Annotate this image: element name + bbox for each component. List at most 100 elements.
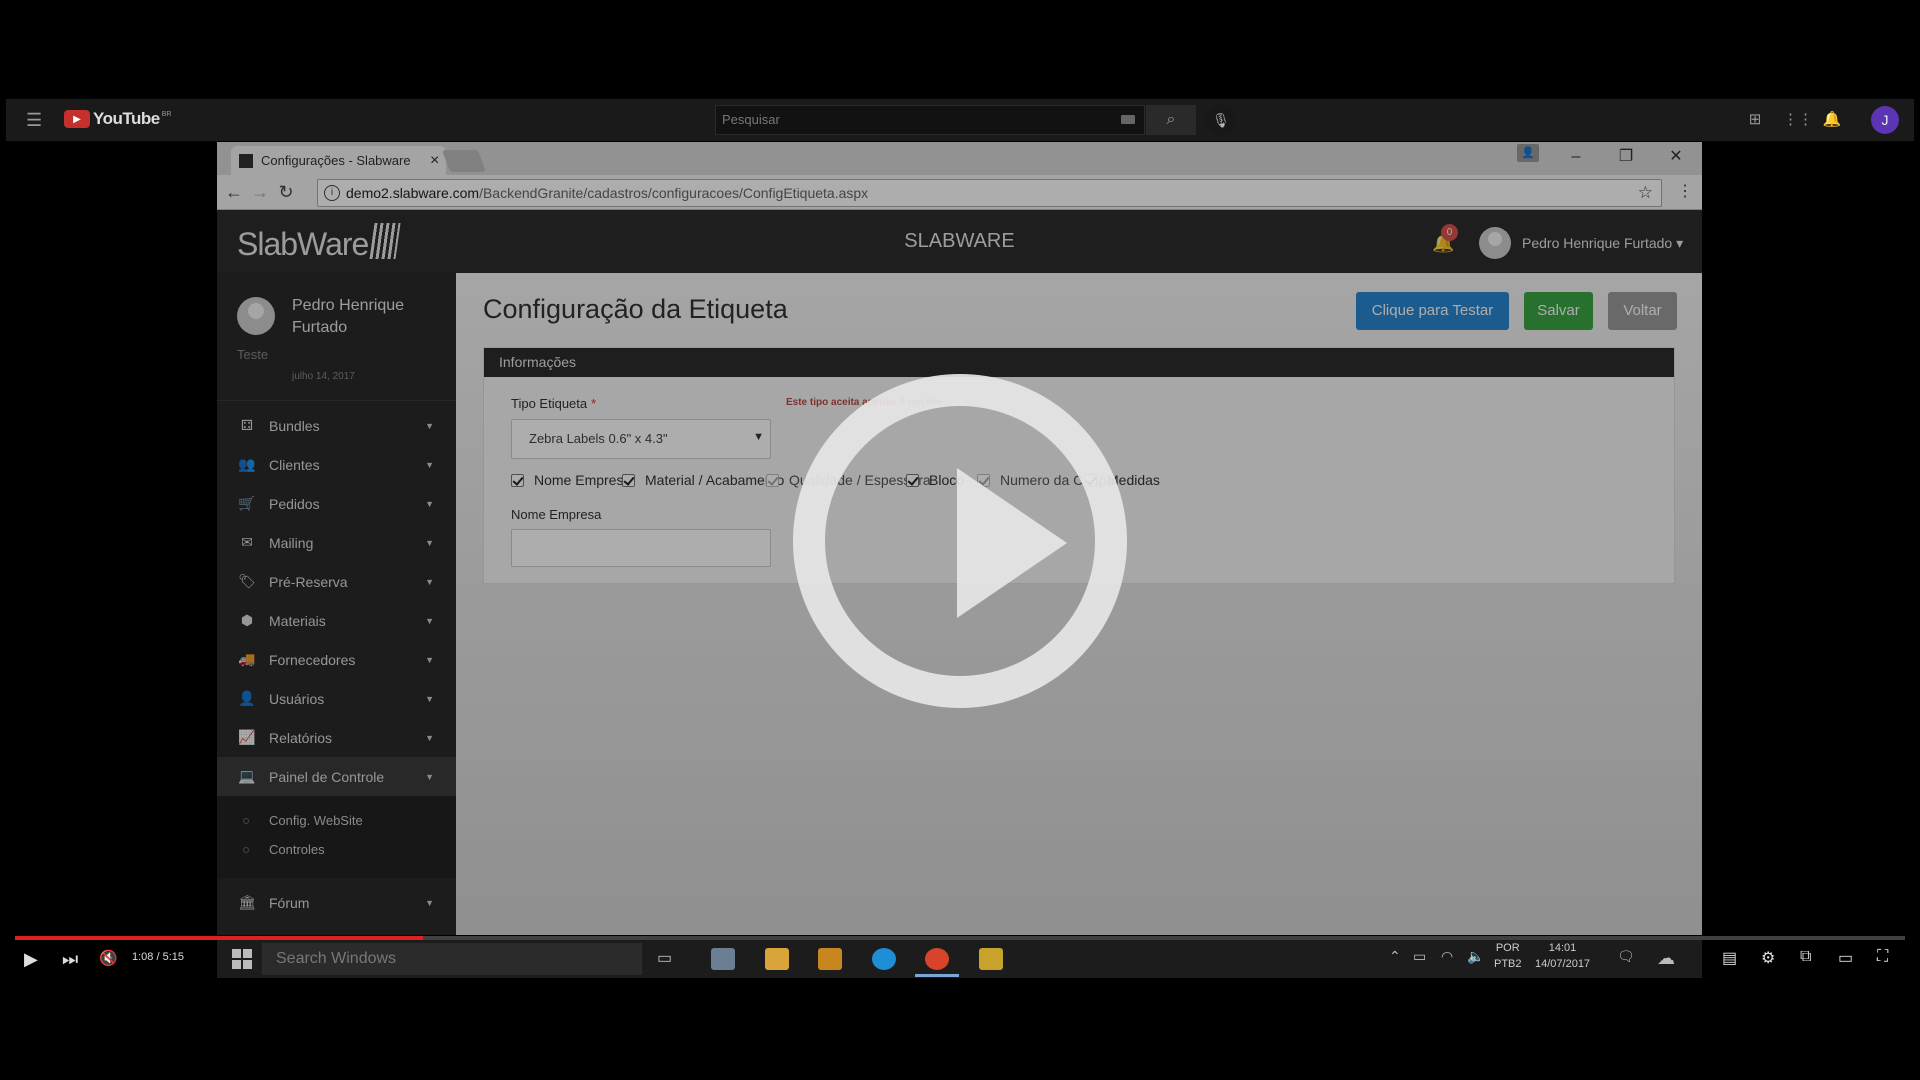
miniplayer-icon[interactable]: ⧉ xyxy=(1800,948,1811,966)
submenu-bullet-icon xyxy=(243,818,249,824)
sidebar-subitem-controles[interactable]: Controles xyxy=(269,842,325,857)
cube-icon: ⬢ xyxy=(240,612,254,628)
browser-profile-icon[interactable]: 👤 xyxy=(1517,144,1539,162)
sidebar-item-pre-reserva[interactable]: 🏷 Pré-Reserva ▼ xyxy=(217,562,456,601)
youtube-search-input[interactable]: Pesquisar xyxy=(715,105,1145,135)
caret-down-icon: ▼ xyxy=(425,537,434,548)
browser-menu-icon[interactable]: ⋮ xyxy=(1677,181,1693,201)
checkbox-checked-icon[interactable] xyxy=(766,473,779,487)
test-button[interactable]: Clique para Testar xyxy=(1356,292,1509,330)
tipo-etiqueta-select[interactable]: Zebra Labels 0.6" x 4.3" ▼ xyxy=(511,419,771,459)
header-user-name: Pedro Henrique Furtado xyxy=(1522,235,1673,251)
checkbox-nome-empresa[interactable]: Nome Empresa xyxy=(511,472,631,488)
sidebar-item-painel-de-controle[interactable]: 💻 Painel de Controle ▼ xyxy=(217,757,456,796)
play-video-button[interactable] xyxy=(793,374,1127,708)
subtitles-icon[interactable]: ▤ xyxy=(1722,948,1737,968)
bookmark-star-icon[interactable]: ☆ xyxy=(1638,183,1653,203)
caret-down-icon: ▾ xyxy=(1676,235,1684,251)
site-info-icon[interactable]: i xyxy=(324,185,340,201)
new-tab-button[interactable] xyxy=(441,150,487,172)
notification-count-badge: 0 xyxy=(1441,224,1458,241)
browser-tabstrip: Configurações - Slabware × 👤 – ❐ ✕ xyxy=(217,142,1702,175)
youtube-region-label: BR xyxy=(161,110,172,118)
browser-tab-active[interactable]: Configurações - Slabware × xyxy=(231,146,446,175)
save-button[interactable]: Salvar xyxy=(1524,292,1593,330)
sidebar-item-materiais[interactable]: ⬢ Materiais ▼ xyxy=(217,601,456,640)
url-text: demo2.slabware.com/BackendGranite/cadast… xyxy=(346,185,868,201)
sidebar-item-label: Fórum xyxy=(269,894,310,911)
sidebar-item-label: Bundles xyxy=(269,417,320,434)
sidebar-item-pedidos[interactable]: 🛒 Pedidos ▼ xyxy=(217,484,456,523)
sidebar-item-label: Materiais xyxy=(269,612,326,629)
play-button-icon[interactable]: ▶ xyxy=(24,947,38,971)
app-header: SlabWare SLABWARE 🔔 0 Pedro Henrique Fur… xyxy=(217,210,1702,273)
checkbox-label: Material / Acabamento xyxy=(645,472,785,488)
tab-close-icon[interactable]: × xyxy=(430,152,439,170)
nome-empresa-input[interactable] xyxy=(511,529,771,567)
sidebar-item-forum[interactable]: 🏛 Fórum ▼ xyxy=(217,883,456,922)
caret-down-icon: ▼ xyxy=(425,654,434,665)
sidebar-item-label: Fornecedores xyxy=(269,651,356,668)
youtube-logo[interactable]: ▶ YouTube BR xyxy=(64,109,171,129)
sidebar-item-mailing[interactable]: ✉ Mailing ▼ xyxy=(217,523,456,562)
nome-empresa-label: Nome Empresa xyxy=(511,507,602,522)
hamburger-menu-icon[interactable]: ☰ xyxy=(26,110,46,130)
caret-down-icon: ▼ xyxy=(425,576,434,587)
caret-down-icon: ▼ xyxy=(425,732,434,743)
settings-gear-icon[interactable]: ⚙ xyxy=(1761,948,1775,968)
chart-icon: 📈 xyxy=(238,729,256,745)
theater-mode-icon[interactable]: ▭ xyxy=(1838,948,1853,968)
mute-icon[interactable]: 🔇 xyxy=(99,947,118,971)
sidebar-item-clientes[interactable]: 👥 Clientes ▼ xyxy=(217,445,456,484)
caret-down-icon: ▼ xyxy=(425,615,434,626)
back-arrow-icon[interactable]: ← xyxy=(223,181,245,203)
sidebar-submenu: Config. WebSite Controles xyxy=(217,796,456,878)
keyboard-icon[interactable] xyxy=(1121,115,1135,124)
sidebar-item-fornecedores[interactable]: 🚚 Fornecedores ▼ xyxy=(217,640,456,679)
notifications-bell-icon[interactable]: 🔔 xyxy=(1821,109,1843,131)
create-video-icon[interactable]: ⊞ xyxy=(1744,109,1766,131)
reload-icon[interactable]: ↻ xyxy=(275,181,297,203)
cart-icon: 🛒 xyxy=(238,495,256,511)
institution-icon: 🏛 xyxy=(238,894,256,910)
youtube-account-avatar[interactable]: J xyxy=(1871,106,1899,134)
tipo-etiqueta-label: Tipo Etiqueta * xyxy=(511,396,596,411)
caret-down-icon: ▼ xyxy=(425,693,434,704)
close-window-icon[interactable]: ✕ xyxy=(1661,145,1691,169)
minimize-icon[interactable]: – xyxy=(1561,145,1591,169)
restore-icon[interactable]: ❐ xyxy=(1611,145,1641,169)
url-input[interactable]: i demo2.slabware.com/BackendGranite/cada… xyxy=(317,179,1662,207)
panel-header: Informações xyxy=(484,348,1674,377)
back-button[interactable]: Voltar xyxy=(1608,292,1677,330)
checkbox-material-acabamento[interactable]: Material / Acabamento xyxy=(622,472,784,488)
caret-down-icon: ▼ xyxy=(425,420,434,431)
header-user-menu[interactable]: Pedro Henrique Furtado ▾ xyxy=(1522,235,1683,252)
sidebar-user-name: Pedro Henrique Furtado xyxy=(292,297,405,336)
sidebar-item-label: Relatórios xyxy=(269,729,333,746)
sidebar-date: julho 14, 2017 xyxy=(292,371,355,382)
sidebar-subitem-config-website[interactable]: Config. WebSite xyxy=(269,813,363,828)
caret-down-icon: ▼ xyxy=(425,897,434,908)
header-avatar[interactable] xyxy=(1479,227,1511,259)
fullscreen-icon[interactable]: ⛶ xyxy=(1877,948,1888,966)
user-icon: 👤 xyxy=(238,690,256,706)
search-icon[interactable]: ⌕ xyxy=(1146,105,1196,135)
microphone-icon[interactable]: 🎙 xyxy=(1206,105,1236,135)
submenu-bullet-icon xyxy=(243,847,249,853)
checkbox-checked-icon[interactable] xyxy=(511,473,524,487)
apps-grid-icon[interactable]: ⋮⋮ xyxy=(1783,109,1813,131)
sidebar-item-relatorios[interactable]: 📈 Relatórios ▼ xyxy=(217,718,456,757)
truck-icon: 🚚 xyxy=(238,651,256,667)
sidebar-item-label: Clientes xyxy=(269,456,320,473)
youtube-header: ☰ ▶ YouTube BR Pesquisar ⌕ 🎙 ⊞ ⋮⋮ 🔔 J xyxy=(6,99,1914,141)
caret-down-icon: ▼ xyxy=(425,771,434,782)
url-host: demo2.slabware.com xyxy=(346,185,480,201)
envelope-icon: ✉ xyxy=(241,534,253,550)
sidebar-item-usuarios[interactable]: 👤 Usuários ▼ xyxy=(217,679,456,718)
caret-down-icon: ▼ xyxy=(425,459,434,470)
youtube-play-logo-icon: ▶ xyxy=(64,110,90,128)
sidebar-item-bundles[interactable]: ⚃ Bundles ▼ xyxy=(217,406,456,445)
checkbox-checked-icon[interactable] xyxy=(622,473,635,487)
forward-arrow-icon[interactable]: → xyxy=(249,181,271,203)
next-video-icon[interactable]: ⏭ xyxy=(62,947,78,971)
